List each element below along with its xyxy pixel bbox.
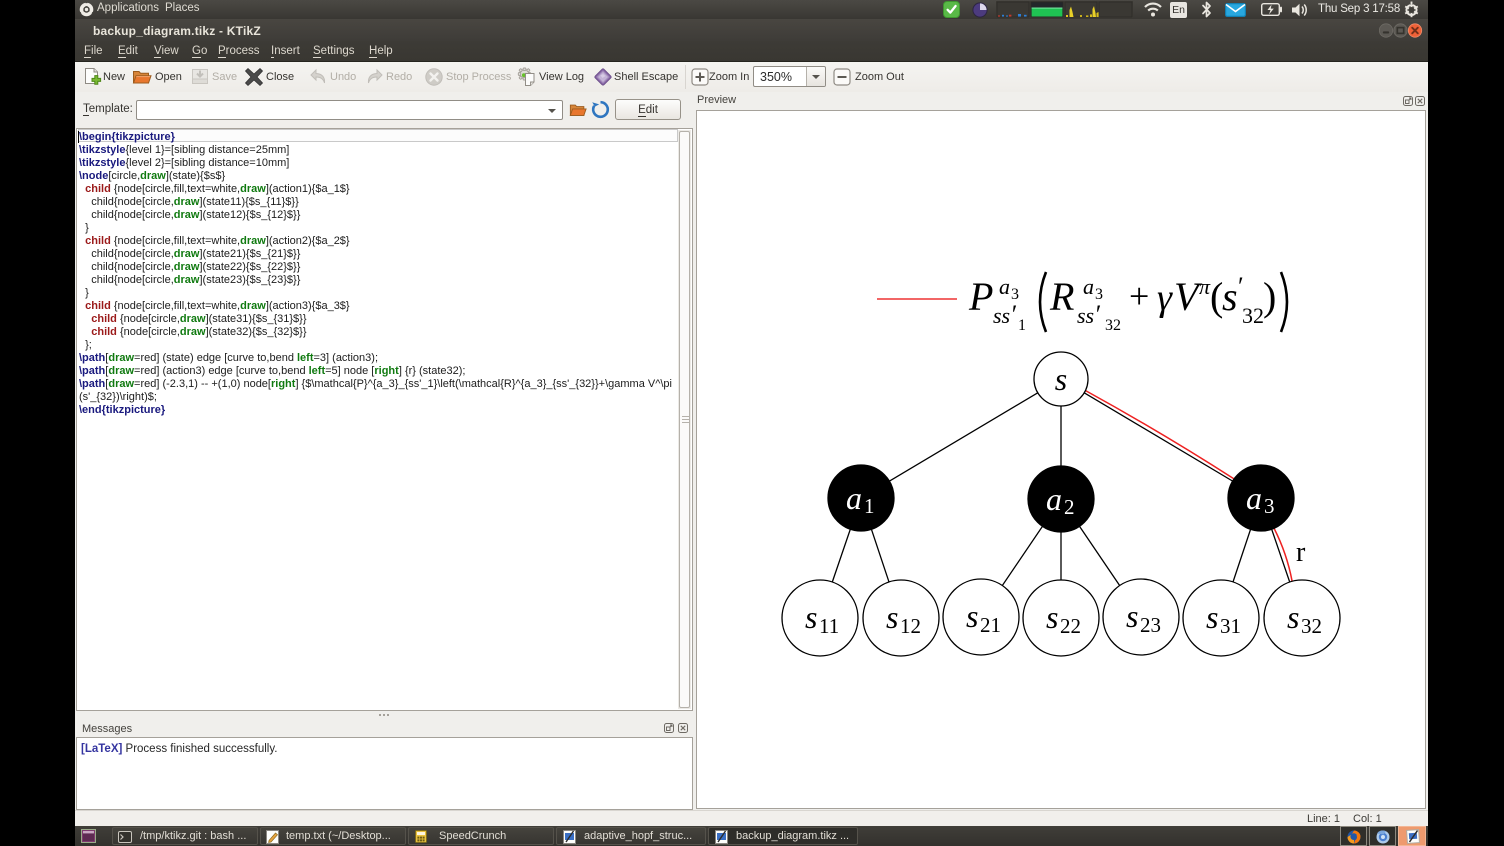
svg-text:2: 2 (1064, 495, 1075, 519)
svg-text:′: ′ (1238, 272, 1244, 301)
svg-text:22: 22 (1060, 614, 1081, 638)
svg-text:s: s (966, 598, 978, 634)
svg-text:r: r (1296, 537, 1306, 568)
svg-text:12: 12 (900, 614, 921, 638)
svg-text:a: a (999, 274, 1010, 299)
svg-text:a: a (846, 480, 862, 516)
svg-text:a: a (1246, 480, 1262, 516)
svg-text:s: s (1055, 361, 1067, 397)
svg-text:s: s (805, 599, 817, 635)
svg-text:a: a (1046, 481, 1062, 517)
svg-text:s: s (1126, 598, 1138, 634)
svg-text:s: s (1222, 274, 1238, 319)
svg-text:s: s (886, 599, 898, 635)
svg-text:R: R (1049, 274, 1074, 319)
svg-text:32: 32 (1301, 614, 1322, 638)
svg-text:s: s (1287, 599, 1299, 635)
svg-text:1: 1 (864, 494, 875, 518)
svg-text:21: 21 (980, 613, 1001, 637)
svg-text:1: 1 (1018, 317, 1026, 334)
svg-text:32: 32 (1105, 317, 1121, 334)
svg-text:11: 11 (819, 614, 839, 638)
svg-text:ss′: ss′ (1077, 300, 1100, 329)
svg-text:γ: γ (1157, 277, 1173, 319)
svg-text:P: P (968, 274, 993, 319)
svg-text:31: 31 (1220, 614, 1241, 638)
svg-text:32: 32 (1242, 303, 1264, 328)
svg-text:ss′: ss′ (993, 300, 1016, 329)
svg-text:23: 23 (1140, 613, 1161, 637)
svg-text:s: s (1046, 599, 1058, 635)
svg-text:a: a (1083, 274, 1094, 299)
svg-text:s: s (1206, 599, 1218, 635)
svg-text:3: 3 (1264, 494, 1275, 518)
svg-text:): ) (1263, 274, 1276, 319)
svg-text:+: + (1129, 276, 1149, 316)
